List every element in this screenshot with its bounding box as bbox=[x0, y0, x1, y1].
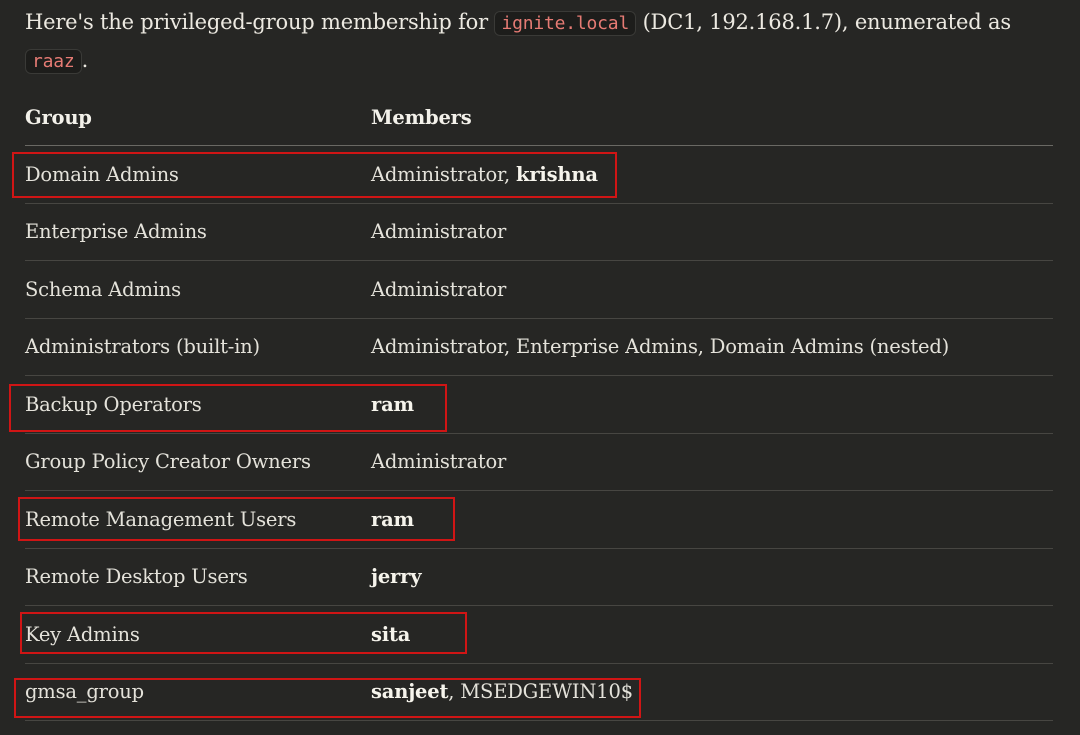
member-name-bold: ram bbox=[371, 507, 414, 531]
group-name-cell: Group Policy Creator Owners bbox=[25, 433, 371, 491]
member-name-bold: sita bbox=[371, 622, 411, 646]
group-name-cell: Domain Admins bbox=[25, 145, 371, 204]
members-cell: ram bbox=[371, 375, 1053, 434]
group-name-cell: Schema Admins bbox=[25, 260, 371, 319]
table-row: gmsa_group sanjeet, MSEDGEWIN10$ bbox=[25, 663, 1053, 721]
intro-paragraph: Here's the privileged-group membership f… bbox=[25, 4, 1065, 80]
members-cell: Administrator, Enterprise Admins, Domain… bbox=[371, 318, 1053, 376]
member-name-bold: sanjeet bbox=[371, 680, 449, 704]
table-row: Domain Admins Administrator, krishna bbox=[25, 145, 1053, 204]
member-name-bold: ram bbox=[371, 392, 414, 416]
group-membership-table: Group Members Domain Admins Administrator… bbox=[25, 90, 1053, 721]
table-row: Group Policy Creator Owners Administrator bbox=[25, 433, 1053, 491]
table-row: Schema Admins Administrator bbox=[25, 260, 1053, 319]
members-cell: Administrator bbox=[371, 433, 1053, 491]
members-cell: Administrator, krishna bbox=[371, 145, 1053, 204]
group-name-cell: Administrators (built-in) bbox=[25, 318, 371, 376]
table-row: Remote Desktop Users jerry bbox=[25, 548, 1053, 606]
intro-text-middle: (DC1, 192.168.1.7), enumerated as bbox=[636, 10, 1012, 34]
member-text: Administrator, bbox=[371, 162, 517, 186]
intro-text-after: . bbox=[81, 48, 89, 72]
user-code: raaz bbox=[25, 49, 82, 74]
members-cell: jerry bbox=[371, 548, 1053, 606]
member-text: Administrator bbox=[371, 220, 507, 244]
table-row: Enterprise Admins Administrator bbox=[25, 203, 1053, 261]
members-cell: Administrator bbox=[371, 203, 1053, 261]
member-text: Administrator bbox=[371, 450, 507, 474]
member-text: , MSEDGEWIN10$ bbox=[448, 680, 633, 704]
table-header-row: Group Members bbox=[25, 90, 1053, 146]
group-name-cell: Remote Desktop Users bbox=[25, 548, 371, 606]
member-text: Administrator bbox=[371, 277, 507, 301]
group-name-cell: Key Admins bbox=[25, 605, 371, 664]
member-name-bold: jerry bbox=[371, 565, 422, 589]
member-text: Administrator, Enterprise Admins, Domain… bbox=[371, 335, 950, 359]
group-name-cell: Enterprise Admins bbox=[25, 203, 371, 261]
members-cell: ram bbox=[371, 490, 1053, 549]
group-name-cell: gmsa_group bbox=[25, 663, 371, 721]
members-cell: sanjeet, MSEDGEWIN10$ bbox=[371, 663, 1053, 721]
header-group: Group bbox=[25, 90, 371, 146]
members-cell: sita bbox=[371, 605, 1053, 664]
member-name-bold: krishna bbox=[516, 162, 598, 186]
table-row: Remote Management Users ram bbox=[25, 490, 1053, 549]
header-members: Members bbox=[371, 90, 1053, 146]
table-row: Key Admins sita bbox=[25, 605, 1053, 664]
domain-code: ignite.local bbox=[494, 11, 637, 36]
group-name-cell: Backup Operators bbox=[25, 375, 371, 434]
group-name-cell: Remote Management Users bbox=[25, 490, 371, 549]
intro-text-before: Here's the privileged-group membership f… bbox=[25, 10, 495, 34]
table-row: Backup Operators ram bbox=[25, 375, 1053, 434]
table-row: Administrators (built-in) Administrator, … bbox=[25, 318, 1053, 376]
members-cell: Administrator bbox=[371, 260, 1053, 319]
